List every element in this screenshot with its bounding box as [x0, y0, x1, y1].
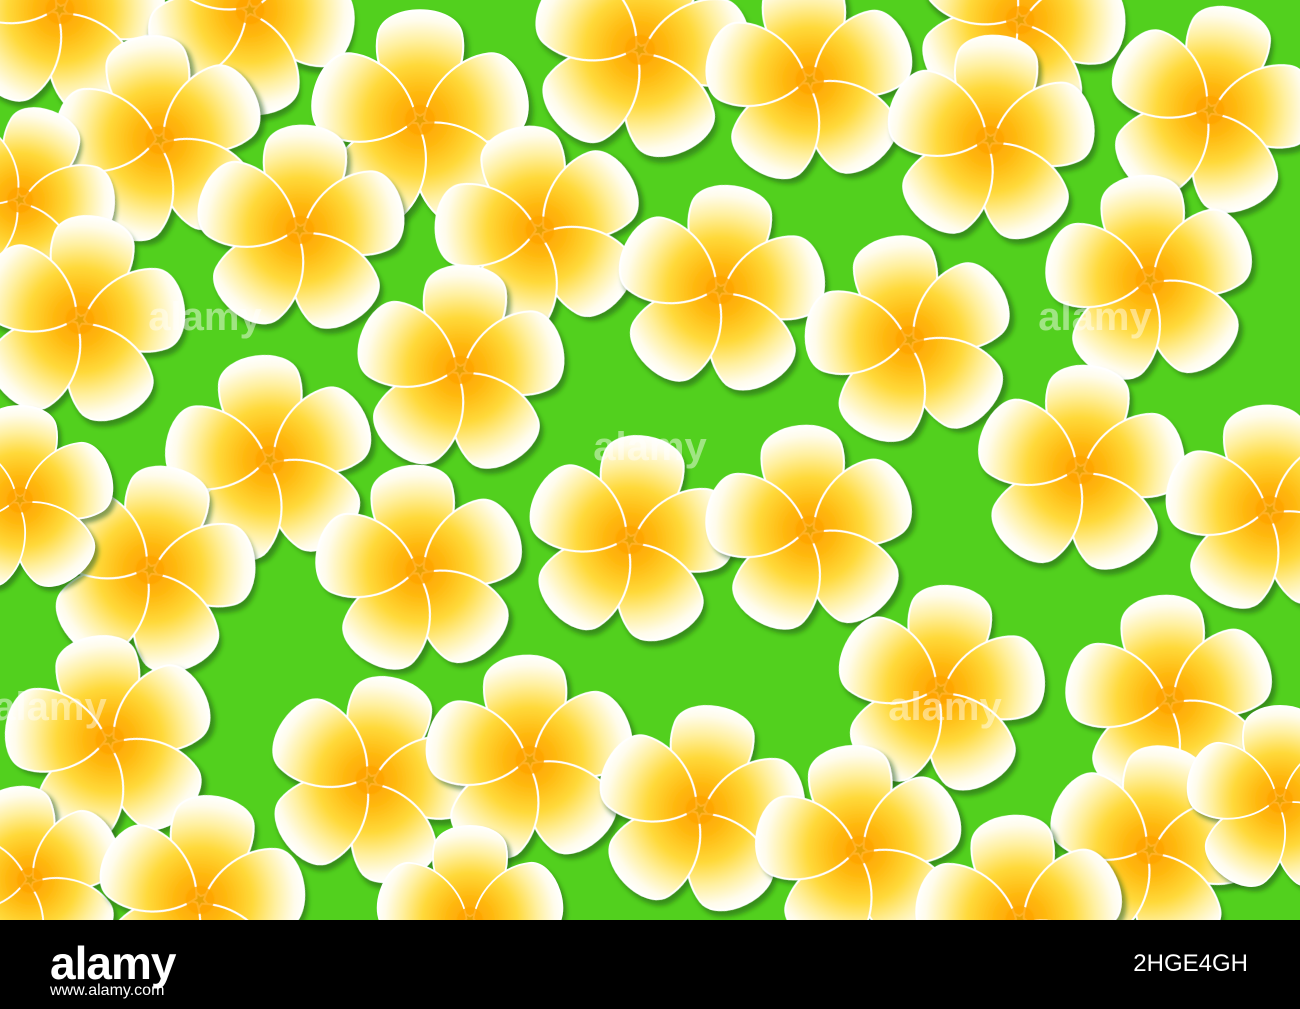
- flower-center: [405, 105, 435, 135]
- watermark-text: alamy: [888, 685, 1002, 729]
- flower-pattern-canvas: alamy alamy alamy alamy alamy: [0, 0, 1300, 920]
- watermark-text: alamy: [593, 425, 707, 469]
- watermark-text: alamy: [1038, 295, 1152, 339]
- image-id-label: 2HGE4GH: [1133, 950, 1248, 977]
- watermark-text: alamy: [148, 295, 262, 339]
- flower-center: [7, 487, 33, 513]
- flower-pattern-image: alamy alamy alamy alamy alamy: [0, 0, 1300, 920]
- footer-url-link[interactable]: www.alamy.com: [50, 982, 164, 1000]
- watermark-text: alamy: [0, 685, 107, 729]
- footer-bar: alamy 2HGE4GH www.alamy.com: [0, 920, 1300, 1009]
- flower-center: [1267, 787, 1293, 813]
